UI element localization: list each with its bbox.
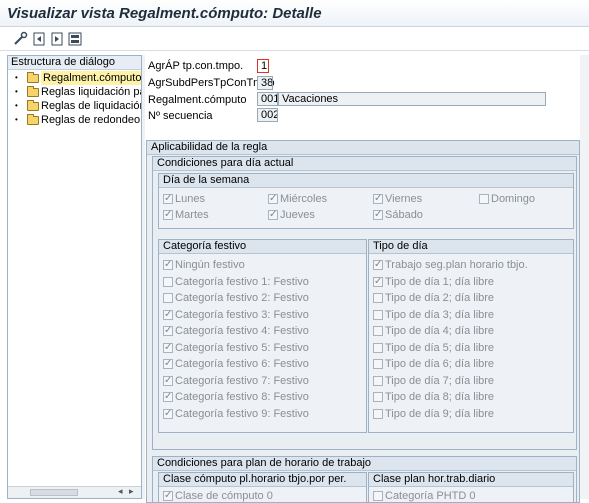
scroll-right-arrow-icon[interactable]: ▸ bbox=[129, 486, 134, 497]
bullet-icon: • bbox=[15, 87, 18, 96]
window-title: Visualizar vista Regalment.cómputo: Deta… bbox=[7, 5, 322, 22]
bullet-icon: • bbox=[15, 73, 18, 82]
panel-splitter[interactable] bbox=[142, 55, 145, 499]
regla-label: Regalment.cómputo bbox=[148, 94, 247, 106]
sequence-label: Nº secuencia bbox=[148, 110, 213, 122]
holiday-title: Categoría festivo bbox=[159, 240, 366, 254]
tree-item-label: Regalment.cómputo bbox=[41, 71, 142, 85]
tree-item-regalment-computo[interactable]: • Regalment.cómputo bbox=[8, 71, 141, 85]
tree-item-reglas-liquidacion-co[interactable]: • Reglas liquidación para co bbox=[8, 85, 141, 99]
checkbox-box bbox=[479, 194, 489, 204]
sequence-field[interactable]: 002 bbox=[257, 108, 278, 122]
tree-item-reglas-liquidacion-par[interactable]: • Reglas de liquidación par bbox=[8, 99, 141, 113]
checkbox-box bbox=[163, 192, 173, 206]
checkbox-box bbox=[373, 208, 383, 222]
regla-code-field[interactable]: 001 bbox=[257, 92, 278, 106]
dialog-structure-panel: Estructura de diálogo • Regalment.cómput… bbox=[7, 55, 142, 499]
daily-class-title: Clase plan hor.trab.diario bbox=[369, 473, 573, 487]
daytype-title: Tipo de día bbox=[369, 240, 573, 254]
weekday-title: Día de la semana bbox=[159, 174, 573, 188]
folder-icon bbox=[27, 100, 39, 111]
work-schedule-title: Condiciones para plan de horario de trab… bbox=[153, 457, 576, 471]
regla-text-field: Vacaciones bbox=[278, 92, 546, 106]
edit-glasses-icon[interactable] bbox=[13, 31, 29, 47]
checkbox-box bbox=[268, 192, 278, 206]
agr-label: AgrÁP tp.con.tmpo. bbox=[148, 60, 244, 72]
folder-icon bbox=[27, 86, 39, 97]
agr-field[interactable]: 1 bbox=[257, 59, 269, 73]
folder-open-icon bbox=[27, 72, 39, 83]
bullet-icon: • bbox=[15, 101, 18, 110]
bullet-icon: • bbox=[15, 115, 18, 124]
vertical-scrollbar[interactable] bbox=[580, 55, 589, 499]
horizontal-scrollbar[interactable]: ◂ ▸ bbox=[8, 486, 141, 498]
scroll-left-arrow-icon[interactable]: ◂ bbox=[118, 486, 123, 497]
application-toolbar bbox=[0, 27, 589, 51]
previous-entry-icon[interactable] bbox=[31, 31, 47, 47]
checkbox-box bbox=[163, 208, 173, 222]
dialog-structure-header: Estructura de diálogo bbox=[8, 56, 141, 70]
next-entry-icon[interactable] bbox=[49, 31, 65, 47]
tree-item-label: Reglas de liquidación par bbox=[41, 100, 142, 112]
title-bar: Visualizar vista Regalment.cómputo: Deta… bbox=[0, 0, 589, 27]
agrsubd-field[interactable]: 38 bbox=[257, 76, 273, 90]
period-class-title: Clase cómputo pl.horario tbjo.por per. bbox=[159, 473, 366, 487]
tree-item-label: Reglas liquidación para co bbox=[41, 86, 141, 98]
tree-item-reglas-redondeo[interactable]: • Reglas de redondeo bbox=[8, 113, 141, 127]
scroll-thumb[interactable] bbox=[30, 489, 78, 496]
agrsubd-label: AgrSubdPersTpConTmpo bbox=[148, 77, 275, 89]
folder-icon bbox=[27, 114, 39, 125]
applicability-title: Aplicabilidad de la regla bbox=[147, 141, 579, 155]
tree-item-label: Reglas de redondeo bbox=[41, 114, 141, 126]
current-day-title: Condiciones para día actual bbox=[153, 157, 576, 171]
checkbox-box bbox=[268, 208, 278, 222]
checkbox-box bbox=[373, 192, 383, 206]
other-entry-icon[interactable] bbox=[67, 31, 83, 47]
